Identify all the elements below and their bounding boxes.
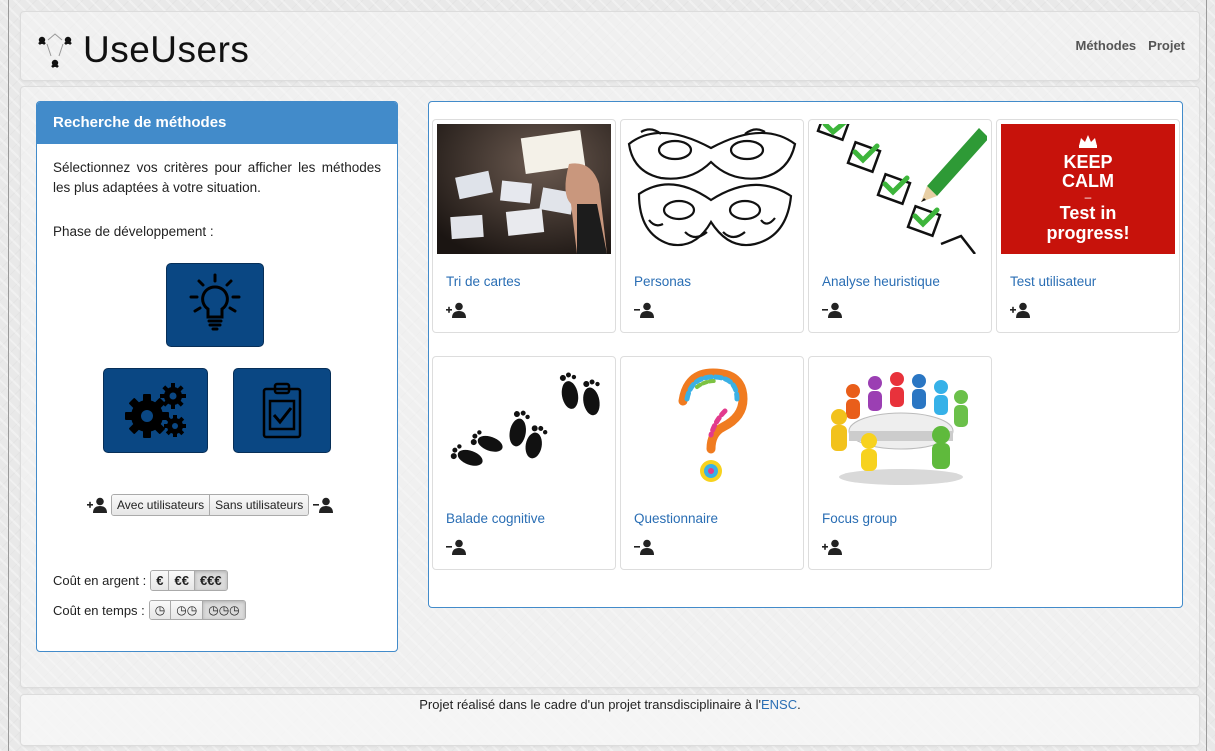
cost-money-label: Coût en argent : <box>53 573 147 588</box>
footer-text-before: Projet réalisé dans le cadre d'un projet… <box>419 697 761 712</box>
phase-development-button[interactable] <box>103 368 208 453</box>
card-sorting-image <box>437 124 611 254</box>
search-panel: Recherche de méthodes Sélectionnez vos c… <box>36 101 398 652</box>
question-mark-image <box>625 361 799 491</box>
method-card-tri-de-cartes[interactable]: Tri de cartes <box>432 119 616 333</box>
logo-text: UseUsers <box>83 29 250 70</box>
method-title: Analyse heuristique <box>822 274 940 289</box>
clipboard-check-icon <box>262 382 302 438</box>
cost-time-label: Coût en temps : <box>53 602 145 618</box>
cost-time-low[interactable]: ◷ <box>149 601 172 619</box>
keep-calm-line3: Test in <box>1059 203 1117 223</box>
cost-money-medium[interactable]: €€ <box>169 571 195 590</box>
gears-icon <box>124 382 186 438</box>
method-title: Test utilisateur <box>1010 274 1097 289</box>
method-title: Tri de cartes <box>446 274 521 289</box>
remove-user-icon <box>313 497 334 513</box>
phase-ideation-button[interactable] <box>166 263 264 347</box>
add-user-icon <box>87 497 107 513</box>
user-involvement-toggle: Avec utilisateurs Sans utilisateurs <box>87 494 334 516</box>
nav-methodes[interactable]: Méthodes <box>1075 38 1136 53</box>
methods-grid: Tri de cartes Personas Analyse heuristiq… <box>428 101 1183 608</box>
crown-icon <box>1079 135 1097 148</box>
keep-calm-image: KEEP CALM – Test in progress! <box>1001 124 1175 254</box>
cost-money-row: Coût en argent : € €€ €€€ <box>53 570 228 591</box>
round-table-image <box>813 361 987 491</box>
with-users-button[interactable]: Avec utilisateurs <box>112 495 211 515</box>
header-bar: UseUsers Méthodes Projet <box>20 11 1200 81</box>
checklist-image <box>813 124 987 254</box>
method-title: Focus group <box>822 511 898 526</box>
nav-projet[interactable]: Projet <box>1148 38 1185 53</box>
phase-evaluation-button[interactable] <box>233 368 331 453</box>
cost-money-low[interactable]: € <box>151 571 170 590</box>
method-title: Questionnaire <box>634 511 719 526</box>
remove-user-icon <box>634 302 654 323</box>
top-nav: Méthodes Projet <box>1075 38 1185 53</box>
logo[interactable]: UseUsers <box>35 30 249 70</box>
footer: Projet réalisé dans le cadre d'un projet… <box>20 694 1200 746</box>
add-user-icon <box>822 539 842 560</box>
method-title: Balade cognitive <box>446 511 546 526</box>
search-panel-title: Recherche de méthodes <box>37 102 397 144</box>
method-card-personas[interactable]: Personas <box>620 119 804 333</box>
method-card-analyse-heuristique[interactable]: Analyse heuristique <box>808 119 992 333</box>
method-card-balade-cognitive[interactable]: Balade cognitive <box>432 356 616 570</box>
cost-time-high[interactable]: ◷◷◷ <box>203 601 245 619</box>
remove-user-icon <box>446 539 466 560</box>
ensc-link[interactable]: ENSC <box>761 697 797 712</box>
users-network-icon <box>38 33 72 68</box>
keep-calm-line1: KEEP <box>1063 152 1113 172</box>
cost-money-high[interactable]: €€€ <box>194 571 227 590</box>
cost-time-row: Coût en temps : ◷ ◷◷ ◷◷◷ <box>53 600 246 620</box>
remove-user-icon <box>822 302 842 323</box>
keep-calm-dash: – <box>1084 190 1092 204</box>
remove-user-icon <box>634 539 654 560</box>
method-card-focus-group[interactable]: Focus group <box>808 356 992 570</box>
cost-time-medium[interactable]: ◷◷ <box>171 601 204 619</box>
footer-text-after: . <box>797 697 801 712</box>
keep-calm-line4: progress! <box>1046 223 1130 243</box>
method-card-test-utilisateur[interactable]: KEEP CALM – Test in progress! Test utili… <box>996 119 1180 333</box>
lightbulb-icon <box>189 273 241 331</box>
keep-calm-line2: CALM <box>1062 171 1114 191</box>
footer-text: Projet réalisé dans le cadre d'un projet… <box>21 697 1199 712</box>
cost-money-group: € €€ €€€ <box>150 570 228 591</box>
method-card-questionnaire[interactable]: Questionnaire <box>620 356 804 570</box>
phase-label: Phase de développement : <box>53 224 214 239</box>
user-filter-group: Avec utilisateurs Sans utilisateurs <box>111 494 310 516</box>
footprints-image <box>437 361 611 491</box>
method-title: Personas <box>634 274 692 289</box>
add-user-icon <box>446 302 466 323</box>
search-intro-text: Sélectionnez vos critères pour afficher … <box>53 160 381 195</box>
masks-image <box>625 124 799 254</box>
without-users-button[interactable]: Sans utilisateurs <box>210 495 309 515</box>
add-user-icon <box>1010 302 1030 323</box>
cost-time-group: ◷ ◷◷ ◷◷◷ <box>148 600 246 620</box>
